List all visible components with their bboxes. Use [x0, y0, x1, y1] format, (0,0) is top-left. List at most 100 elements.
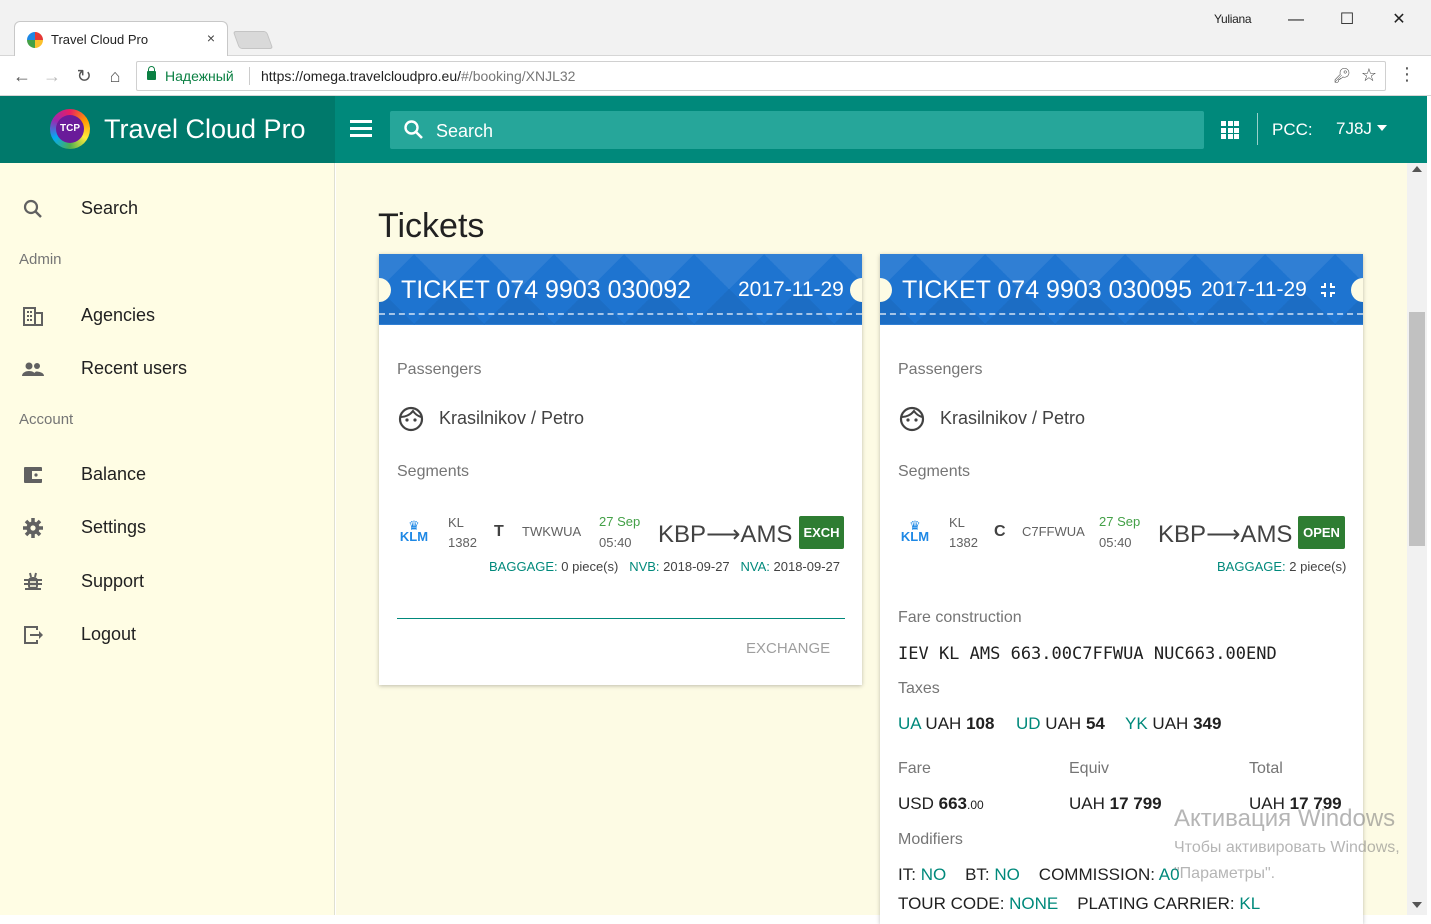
carrier-code: KL [949, 515, 965, 530]
fare-label: Fare [898, 760, 931, 777]
face-icon [899, 406, 925, 432]
segment-time: 05:40 [1099, 535, 1132, 550]
reload-icon[interactable]: ↻ [72, 64, 96, 88]
passenger-name[interactable]: Krasilnikov / Petro [940, 408, 1085, 429]
segment-route: KBP⟶AMS [658, 521, 793, 548]
favicon-icon [27, 32, 43, 48]
wallet-icon [24, 467, 42, 483]
sidebar-item-label: Logout [81, 624, 137, 644]
logout-icon [24, 626, 43, 644]
taxes-label: Taxes [898, 680, 940, 697]
flight-number: 1382 [448, 535, 477, 550]
sidebar-item-settings[interactable]: Settings [0, 506, 335, 546]
brand-name: Travel Cloud Pro [104, 114, 306, 144]
pcc-label: PCC: [1272, 120, 1313, 139]
menu-icon[interactable] [350, 120, 372, 138]
booking-class: T [494, 523, 504, 540]
search-input[interactable]: Search [390, 111, 1204, 149]
ticket-header: TICKET 074 9903 030092 2017-11-29 [379, 254, 862, 325]
maximize-button[interactable]: ☐ [1332, 8, 1362, 32]
sidebar-item-support[interactable]: Support [0, 560, 335, 600]
page-title: Tickets [378, 207, 485, 245]
home-icon[interactable]: ⌂ [103, 64, 127, 88]
app-header: TCP Travel Cloud Pro Search PCC: 7J8J [0, 96, 1427, 163]
back-arrow-icon[interactable]: ← [10, 64, 34, 88]
forward-arrow-icon[interactable]: → [40, 64, 64, 88]
ticket-date: 2017-11-29 [1201, 278, 1307, 301]
sidebar-item-balance[interactable]: Balance [0, 453, 335, 493]
section-admin: Admin [19, 251, 62, 268]
apps-grid-icon[interactable] [1221, 121, 1239, 139]
address-bar[interactable]: Надежный https://omega.travelcloudpro.eu… [136, 61, 1386, 91]
chevron-down-icon[interactable] [1377, 125, 1387, 131]
people-icon [22, 362, 44, 376]
card-divider [397, 618, 845, 619]
klm-logo: ♛ KLM [900, 518, 930, 544]
brand-area[interactable]: TCP Travel Cloud Pro [0, 96, 335, 163]
url-text[interactable]: https://omega.travelcloudpro.eu/#/bookin… [261, 68, 575, 84]
equiv-label: Equiv [1069, 760, 1110, 777]
sidebar: Search Admin Agencies Recent users Accou… [0, 163, 335, 915]
search-icon [23, 199, 42, 218]
passenger-name[interactable]: Krasilnikov / Petro [439, 408, 584, 429]
tax-item: UD UAH 54 [1016, 714, 1105, 733]
fare-basis: TWKWUA [522, 524, 582, 539]
key-icon[interactable]: 🔑︎ [1333, 67, 1351, 84]
equiv-value: UAH 17 799 [1069, 794, 1162, 813]
header-divider [1257, 113, 1258, 145]
browser-toolbar: ← → ↻ ⌂ Надежный https://omega.travelclo… [0, 56, 1431, 96]
carrier-code: KL [448, 515, 464, 530]
pcc-select[interactable]: 7J8J [1336, 119, 1372, 139]
status-badge: OPEN [1298, 516, 1345, 549]
scrollbar-thumb[interactable] [1409, 312, 1425, 546]
new-tab-button[interactable] [232, 31, 274, 49]
tab-title: Travel Cloud Pro [51, 32, 149, 47]
fare-basis: C7FFWUA [1022, 524, 1085, 539]
modifiers-row: IT: NO BT: NO COMMISSION: A0 [898, 865, 1180, 884]
segment-date: 27 Sep [599, 514, 641, 529]
bug-icon [24, 572, 42, 590]
bookmark-star-icon[interactable]: ☆ [1361, 65, 1377, 86]
modifiers-row: TOUR CODE: NONE PLATING CARRIER: KL [898, 894, 1261, 913]
gear-icon [23, 518, 43, 538]
segment-info-line: BAGGAGE: 0 piece(s) NVB: 2018-09-27 NVA:… [489, 559, 841, 574]
sidebar-item-logout[interactable]: Logout [0, 613, 335, 653]
windows-watermark-text: "Параметры". [1174, 865, 1276, 882]
exchange-button[interactable]: EXCHANGE [746, 640, 830, 657]
passengers-label: Passengers [397, 361, 482, 378]
ticket-header: TICKET 074 9903 030095 2017-11-29 [880, 254, 1363, 325]
window-user-name: Yuliana [1214, 12, 1252, 26]
ticket-number: TICKET 074 9903 030092 [401, 276, 692, 304]
ticket-number: TICKET 074 9903 030095 [902, 276, 1193, 304]
ticket-date: 2017-11-29 [738, 278, 844, 301]
passengers-label: Passengers [898, 361, 983, 378]
secure-label: Надежный [165, 68, 234, 84]
sidebar-item-label: Balance [81, 464, 147, 484]
minimize-button[interactable]: — [1281, 8, 1311, 32]
browser-tab-strip: Travel Cloud Pro × Yuliana — ☐ ✕ [0, 0, 1431, 56]
segments-label: Segments [397, 463, 470, 480]
segments-label: Segments [898, 463, 971, 480]
close-window-button[interactable]: ✕ [1384, 8, 1414, 32]
modifiers-label: Modifiers [898, 831, 963, 848]
tab-close-icon[interactable]: × [207, 30, 215, 46]
ticket-card: TICKET 074 9903 030092 2017-11-29 Passen… [379, 254, 862, 685]
sidebar-item-agencies[interactable]: Agencies [0, 294, 335, 334]
sidebar-item-recent-users[interactable]: Recent users [0, 347, 335, 387]
fare-construction-label: Fare construction [898, 609, 1022, 626]
browser-menu-icon[interactable]: ⋮ [1398, 64, 1416, 85]
segment-date: 27 Sep [1099, 514, 1141, 529]
segment-time: 05:40 [599, 535, 632, 550]
compress-icon[interactable] [1320, 282, 1336, 298]
tax-item: YK UAH 349 [1125, 714, 1222, 733]
sidebar-item-search[interactable]: Search [0, 187, 335, 227]
flight-number: 1382 [949, 535, 978, 550]
face-icon [398, 406, 424, 432]
scroll-up-icon[interactable] [1412, 166, 1422, 172]
main-content: Tickets TICKET 074 9903 030092 2017-11-2… [336, 163, 1407, 924]
sidebar-item-label: Search [81, 198, 139, 218]
scroll-down-icon[interactable] [1412, 902, 1422, 908]
fare-construction: IEV KL AMS 663.00C7FFWUA NUC663.00END [898, 644, 1277, 664]
browser-tab[interactable]: Travel Cloud Pro × [14, 21, 228, 56]
search-placeholder: Search [436, 121, 494, 141]
